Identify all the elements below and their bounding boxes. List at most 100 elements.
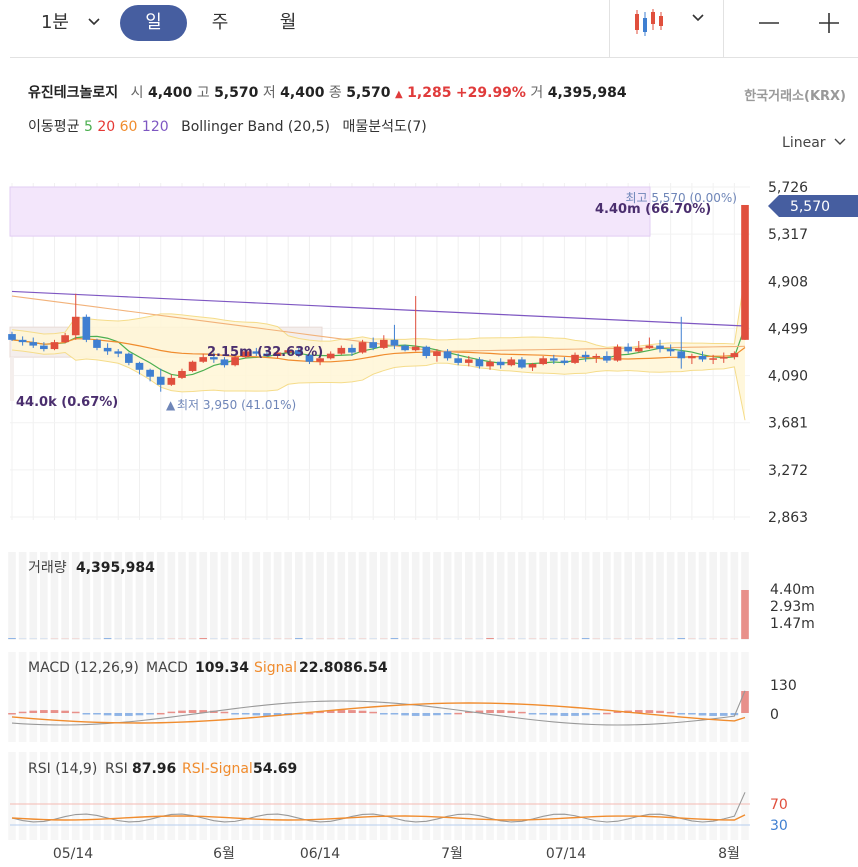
candle-body [433,351,441,356]
period-day-button[interactable]: 일 [120,5,187,41]
candle-body [167,377,176,385]
vol-tick-3: 1.47m [770,616,815,632]
period-month-button[interactable]: 월 [268,5,308,41]
macd-histogram-bar [40,710,48,713]
macd-bg-bar [518,652,526,742]
ma-line-60 [11,295,746,352]
macd-bg-bar [666,652,675,742]
rsi-bg-bar [231,752,239,840]
macd-histogram-bar [337,710,346,713]
candle-body [677,351,686,359]
macd-bg-bar [464,652,473,742]
period-week-button[interactable]: 주 [200,5,240,41]
zoom-in-button[interactable] [816,10,842,36]
zoom-out-button[interactable] [756,10,782,36]
date-axis: 05/14 6월 06/14 7월 07/14 8월 [53,846,740,862]
macd-bg-bar [560,652,569,742]
candle-body [220,359,229,366]
candle-body [135,362,144,370]
rsi-bg-bar [656,752,664,840]
open-value: 4,400 [147,85,193,101]
volume-bar [103,638,112,639]
change-percent: +29.99% [455,85,526,101]
candle-body [305,354,314,362]
macd-histogram-bar [8,713,16,715]
macd-bg-bar [231,652,239,742]
volume-bg-bar [29,552,38,640]
candlestick-chart-icon[interactable] [632,8,666,42]
macd-bg-bar [634,652,643,742]
volume-bg-bar [188,552,197,640]
candle-body [528,364,537,368]
macd-histogram-bar [698,713,707,716]
moving-average-lines [11,290,746,377]
rsi-bg-bar [507,752,516,840]
scale-mode-label: Linear [782,135,826,151]
volume-bg-bar [507,552,516,640]
macd-histogram-bar [454,712,462,715]
rsi-bg-bar [210,752,218,840]
macd-bg-bar [358,652,367,742]
macd-histogram-bar [518,711,526,714]
macd-histogram-bar [719,713,728,716]
volume-bar [677,638,686,639]
macd-bg-bar [443,652,452,742]
macd-histogram-bar [634,710,643,713]
macd-histogram-bar [178,710,186,713]
volume-bg-bar [231,552,239,640]
candle-body [603,355,611,361]
macd-histogram-bar [241,713,250,715]
rsi-bg-bar [624,752,632,840]
macd-histogram-bar [305,712,314,715]
volume-bg-bar [698,552,707,640]
macd-histogram-bar [507,710,516,713]
macd-histogram-bar [188,710,197,713]
rsi-bg-bar [326,752,335,840]
macd-bg-bar [188,652,197,742]
macd-histogram-bar [82,713,91,715]
candle-body [273,352,282,356]
candle-body [93,339,101,348]
volume-bar [741,590,749,639]
vol-tick-1: 4.40m [770,582,815,598]
volume-bg-bar [178,552,186,640]
period-1min-button[interactable]: 1분 [30,5,80,41]
volume-bg-bar [103,552,112,640]
macd-histogram-bar [348,710,356,713]
macd-panel [8,652,749,742]
indicator-legend[interactable]: 이동평균 5 20 60 120 Bollinger Band (20,5) 매… [28,116,427,136]
volume-bg-bar [210,552,218,640]
candle-body [326,353,335,359]
divider [609,0,610,57]
macd-bg-bar [18,652,27,742]
macd-histogram-bar [369,711,378,714]
bollinger-label: Bollinger Band (20,5) [181,119,331,135]
price-tick: 2,863 [768,510,808,526]
macd-bg-bar [454,652,462,742]
volume-bg-bar [252,552,261,640]
chevron-down-icon[interactable] [86,14,102,34]
macd-histogram-bar [231,713,239,715]
rsi-bg-bar [71,752,80,840]
macd-histogram-bar [560,713,569,716]
chart-type-chevron-icon[interactable] [690,10,706,30]
rsi-bg-bar [348,752,356,840]
candle-body [624,346,632,352]
scale-mode-select[interactable]: Linear [782,135,846,151]
rsi-bg-bar [252,752,261,840]
volume-bg-bar [263,552,271,640]
rsi-bg-bar [603,752,611,840]
volume-bar [486,638,494,639]
macd-histogram-bar [326,710,335,713]
rsi-bg-bar [369,752,378,840]
rsi-bg-bar [549,752,558,840]
candle-body [613,346,622,361]
macd-histogram-bar [103,713,112,716]
candle-body [263,353,271,356]
volume-bg-bar [379,552,388,640]
macd-bg-bar [475,652,484,742]
rsi-bg-bar [167,752,176,840]
candle-body [592,355,601,358]
bollinger-fill [12,274,745,421]
rsi-bg-bar [730,752,739,840]
